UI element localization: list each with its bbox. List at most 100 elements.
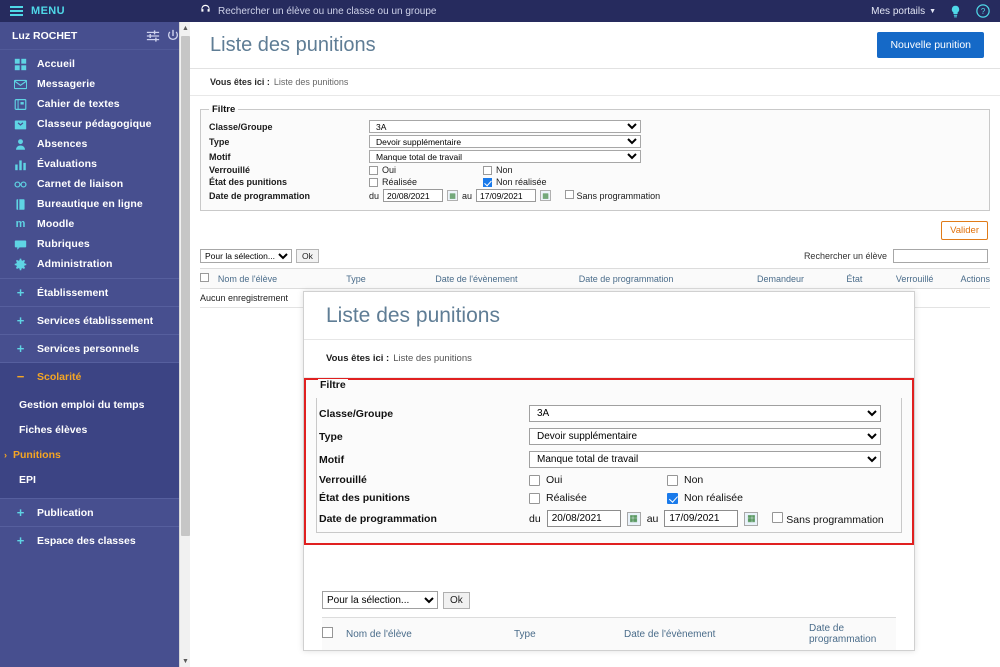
sidebar-item-punitions[interactable]: › Punitions bbox=[0, 442, 190, 467]
overlay-etat-non-realisee-option[interactable]: Non réalisée bbox=[667, 492, 805, 504]
date-from-input[interactable] bbox=[383, 189, 444, 202]
etat-non-realisee-checkbox[interactable] bbox=[483, 177, 492, 187]
overlay-sans-programmation-checkbox[interactable] bbox=[772, 511, 784, 523]
envelope-icon bbox=[14, 78, 27, 91]
sidebar-item-classeur-pedagogique[interactable]: Classeur pédagogique bbox=[0, 114, 190, 134]
search-eleve-input[interactable] bbox=[893, 249, 988, 263]
overlay-ok-button[interactable]: Ok bbox=[443, 591, 470, 609]
calendar-icon[interactable]: ▦ bbox=[744, 511, 759, 526]
sidebar-scrollbar[interactable]: ▲ ▼ bbox=[179, 22, 190, 667]
menu-toggle[interactable]: MENU bbox=[0, 0, 190, 22]
col-actions: Actions bbox=[960, 268, 990, 289]
etat-realisee-option[interactable]: Réalisée bbox=[369, 177, 483, 187]
overlay-row-classe: Classe/Groupe 3A bbox=[319, 402, 899, 425]
sidebar-item-messagerie[interactable]: Messagerie bbox=[0, 74, 190, 94]
hamburger-icon bbox=[10, 6, 23, 16]
bulk-action-select[interactable]: Pour la sélection... bbox=[200, 249, 292, 263]
overlay-etat-non-realisee-checkbox[interactable] bbox=[667, 492, 678, 504]
overlay-verrouille-oui-checkbox[interactable] bbox=[529, 474, 540, 486]
verrouille-oui-checkbox[interactable] bbox=[369, 165, 378, 175]
validate-button[interactable]: Valider bbox=[941, 221, 988, 240]
etat-non-realisee-option[interactable]: Non réalisée bbox=[483, 177, 597, 187]
calendar-icon[interactable]: ▦ bbox=[626, 511, 641, 526]
sidebar-section-espace-des-classes[interactable]: + Espace des classes bbox=[0, 526, 190, 554]
calendar-icon[interactable]: ▦ bbox=[447, 190, 459, 201]
date-du-label: du bbox=[369, 190, 380, 201]
col-verrouille: Verrouillé bbox=[895, 268, 961, 289]
portals-menu[interactable]: Mes portails ▼ bbox=[871, 6, 936, 17]
ok-button[interactable]: Ok bbox=[296, 249, 319, 263]
global-search[interactable]: Rechercher un élève ou une classe ou un … bbox=[200, 4, 871, 18]
overlay-etat-realisee-checkbox[interactable] bbox=[529, 492, 540, 504]
sidebar-item-rubriques[interactable]: Rubriques bbox=[0, 234, 190, 254]
overlay-col-date-evenement: Date de l'évènement bbox=[624, 617, 809, 650]
power-icon[interactable] bbox=[166, 29, 180, 43]
sidebar-section-etablissement[interactable]: + Établissement bbox=[0, 278, 190, 306]
sidebar-item-accueil[interactable]: Accueil bbox=[0, 54, 190, 74]
sidebar-item-evaluations[interactable]: Évaluations bbox=[0, 154, 190, 174]
scrollbar-thumb[interactable] bbox=[181, 36, 190, 536]
overlay-breadcrumb-prefix: Vous êtes ici : bbox=[326, 353, 390, 364]
select-all-checkbox[interactable] bbox=[200, 273, 209, 282]
page-title: Liste des punitions bbox=[210, 33, 376, 56]
calendar-icon[interactable]: ▦ bbox=[540, 190, 552, 201]
sidebar-section-services-personnels[interactable]: + Services personnels bbox=[0, 334, 190, 362]
list-toolbar: Pour la sélection... Ok Rechercher un él… bbox=[200, 246, 990, 268]
overlay-verrouille-oui-option[interactable]: Oui bbox=[529, 474, 667, 486]
select-all-header bbox=[200, 268, 218, 289]
sidebar-section-scolarite[interactable]: − Scolarité bbox=[0, 362, 190, 390]
sidebar-item-gestion-emploi-du-temps[interactable]: › Gestion emploi du temps bbox=[0, 392, 190, 417]
sidebar-item-bureautique-en-ligne[interactable]: Bureautique en ligne bbox=[0, 194, 190, 214]
scroll-up-icon[interactable]: ▲ bbox=[180, 22, 190, 34]
filter-legend: Filtre bbox=[212, 104, 236, 115]
question-circle-icon[interactable]: ? bbox=[975, 4, 990, 19]
overlay-verrouille-non-checkbox[interactable] bbox=[667, 474, 678, 486]
overlay-motif-label: Motif bbox=[319, 453, 345, 466]
overlay-type-select[interactable]: Devoir supplémentaire bbox=[529, 428, 881, 445]
sidebar-item-fiches-eleves[interactable]: › Fiches élèves bbox=[0, 417, 190, 442]
overlay-page-title: Liste des punitions bbox=[326, 303, 500, 327]
verrouille-non-option[interactable]: Non bbox=[483, 165, 597, 175]
sidebar-item-epi[interactable]: › EPI bbox=[0, 467, 190, 492]
lightbulb-icon[interactable] bbox=[948, 4, 963, 19]
classe-select[interactable]: 3A bbox=[369, 120, 641, 133]
overlay-verrouille-non-label: Non bbox=[684, 474, 704, 486]
overlay-sans-programmation-option[interactable]: Sans programmation bbox=[772, 511, 884, 526]
overlay-verrouille-non-option[interactable]: Non bbox=[667, 474, 805, 486]
overlay-etat-realisee-label: Réalisée bbox=[546, 492, 587, 504]
plus-icon: + bbox=[16, 505, 25, 520]
sidebar-item-carnet-de-liaison[interactable]: Carnet de liaison bbox=[0, 174, 190, 194]
sliders-icon[interactable] bbox=[146, 29, 160, 43]
sidebar-item-cahier-de-textes[interactable]: Cahier de textes bbox=[0, 94, 190, 114]
overlay-motif-select[interactable]: Manque total de travail bbox=[529, 451, 881, 468]
etat-realisee-checkbox[interactable] bbox=[369, 177, 378, 187]
overlay-date-from-input[interactable] bbox=[546, 510, 621, 527]
plus-icon: + bbox=[16, 341, 25, 356]
sidebar-sections: + Établissement + Services établissement… bbox=[0, 278, 190, 554]
verrouille-oui-option[interactable]: Oui bbox=[369, 165, 483, 175]
sidebar-item-label: Moodle bbox=[37, 218, 75, 230]
new-punition-button[interactable]: Nouvelle punition bbox=[877, 32, 984, 58]
breadcrumb-prefix: Vous êtes ici : bbox=[210, 77, 270, 87]
sidebar-item-moodle[interactable]: m Moodle bbox=[0, 214, 190, 234]
overlay-date-to-input[interactable] bbox=[664, 510, 739, 527]
svg-text:?: ? bbox=[980, 7, 985, 16]
type-select[interactable]: Devoir supplémentaire bbox=[369, 135, 641, 148]
overlay-select-all-checkbox[interactable] bbox=[322, 627, 333, 638]
global-search-text: Rechercher un élève ou une classe ou un … bbox=[218, 5, 437, 17]
sidebar-section-services-etablissement[interactable]: + Services établissement bbox=[0, 306, 190, 334]
sidebar-item-administration[interactable]: Administration bbox=[0, 254, 190, 274]
motif-select[interactable]: Manque total de travail bbox=[369, 150, 641, 163]
verrouille-oui-label: Oui bbox=[382, 165, 397, 175]
overlay-classe-select[interactable]: 3A bbox=[529, 405, 881, 422]
overlay-row-date: Date de programmation du ▦ au ▦ bbox=[319, 507, 899, 530]
sidebar-item-absences[interactable]: Absences bbox=[0, 134, 190, 154]
date-to-input[interactable] bbox=[476, 189, 537, 202]
sans-programmation-option[interactable]: Sans programmation bbox=[565, 190, 660, 201]
overlay-bulk-action-select[interactable]: Pour la sélection... bbox=[322, 591, 438, 609]
overlay-etat-realisee-option[interactable]: Réalisée bbox=[529, 492, 667, 504]
verrouille-non-checkbox[interactable] bbox=[483, 165, 492, 175]
sans-programmation-checkbox[interactable] bbox=[565, 190, 575, 199]
scroll-down-icon[interactable]: ▼ bbox=[180, 655, 190, 667]
sidebar-section-publication[interactable]: + Publication bbox=[0, 498, 190, 526]
